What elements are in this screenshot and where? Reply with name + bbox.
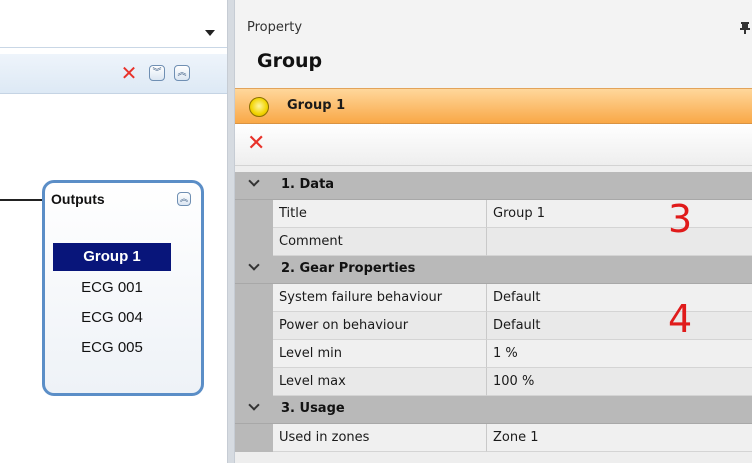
panel-splitter[interactable] bbox=[227, 0, 235, 463]
selected-object-name: Group 1 bbox=[287, 98, 346, 113]
property-name: Comment bbox=[273, 228, 487, 256]
pin-icon[interactable] bbox=[740, 22, 750, 34]
property-name: Used in zones bbox=[273, 424, 487, 452]
annotation-marker-4: 4 bbox=[668, 297, 693, 341]
collapse-all-button[interactable]: ︽ bbox=[173, 64, 191, 82]
outputs-list: Group 1 ECG 001 ECG 004 ECG 005 bbox=[53, 243, 171, 363]
delete-icon[interactable]: ✕ bbox=[247, 132, 265, 156]
property-header: Property Group bbox=[235, 0, 752, 88]
expand-all-button[interactable]: ︾ bbox=[148, 64, 166, 82]
property-name: Title bbox=[273, 200, 487, 228]
property-value-field[interactable]: Default bbox=[487, 312, 752, 340]
property-row-used-in-zones[interactable]: Used in zones Zone 1 bbox=[235, 424, 752, 452]
bulb-icon bbox=[249, 97, 269, 117]
category-label: 3. Usage bbox=[281, 401, 345, 416]
property-name: Power on behaviour bbox=[273, 312, 487, 340]
output-item-ecg-005[interactable]: ECG 005 bbox=[53, 333, 171, 363]
chevron-down-icon[interactable] bbox=[249, 401, 259, 411]
property-row-level-min[interactable]: Level min 1 % bbox=[235, 340, 752, 368]
category-label: 2. Gear Properties bbox=[281, 261, 416, 276]
output-item-ecg-001[interactable]: ECG 001 bbox=[53, 273, 171, 303]
chevron-down-icon[interactable] bbox=[249, 261, 259, 271]
output-item-ecg-004[interactable]: ECG 004 bbox=[53, 303, 171, 333]
expand-all-icon: ︾ bbox=[149, 65, 165, 81]
action-bar: ✕ bbox=[235, 124, 752, 166]
property-row-level-max[interactable]: Level max 100 % bbox=[235, 368, 752, 396]
property-value-field[interactable]: Zone 1 bbox=[487, 424, 752, 452]
category-data[interactable]: 1. Data bbox=[235, 172, 752, 200]
left-toolbar: ✕ ︾ ︽ bbox=[0, 54, 227, 94]
close-icon[interactable]: ✕ bbox=[120, 63, 138, 83]
property-value-field[interactable]: Default bbox=[487, 284, 752, 312]
property-value-field[interactable]: Group 1 bbox=[487, 200, 752, 228]
property-name: System failure behaviour bbox=[273, 284, 487, 312]
property-value-field[interactable]: 100 % bbox=[487, 368, 752, 396]
property-name: Level min bbox=[273, 340, 487, 368]
property-panel-label: Property bbox=[247, 20, 303, 35]
property-value-field[interactable]: 1 % bbox=[487, 340, 752, 368]
property-name: Level max bbox=[273, 368, 487, 396]
output-item-group-1[interactable]: Group 1 bbox=[53, 243, 171, 271]
property-value-field[interactable] bbox=[487, 228, 752, 256]
chevron-down-icon[interactable] bbox=[249, 177, 259, 187]
collapse-all-icon: ︽ bbox=[174, 65, 190, 81]
property-panel: Property Group Group 1 ✕ 1. Data Title G… bbox=[235, 0, 752, 463]
category-gear-properties[interactable]: 2. Gear Properties bbox=[235, 256, 752, 284]
category-label: 1. Data bbox=[281, 177, 335, 192]
chevron-down-icon[interactable] bbox=[205, 30, 215, 36]
category-usage[interactable]: 3. Usage bbox=[235, 396, 752, 424]
property-panel-title: Group bbox=[257, 50, 323, 72]
collapse-icon[interactable]: ︽ bbox=[177, 192, 191, 206]
outputs-node-title: Outputs bbox=[51, 191, 105, 207]
outputs-node[interactable]: Outputs ︽ Group 1 ECG 001 ECG 004 ECG 00… bbox=[42, 180, 204, 396]
left-dropdown[interactable] bbox=[0, 18, 227, 48]
annotation-marker-3: 3 bbox=[668, 197, 693, 241]
connector-line bbox=[0, 199, 43, 201]
left-panel: ✕ ︾ ︽ Outputs ︽ Group 1 ECG 001 ECG 004 … bbox=[0, 0, 227, 463]
selected-object-bar: Group 1 bbox=[235, 88, 752, 124]
